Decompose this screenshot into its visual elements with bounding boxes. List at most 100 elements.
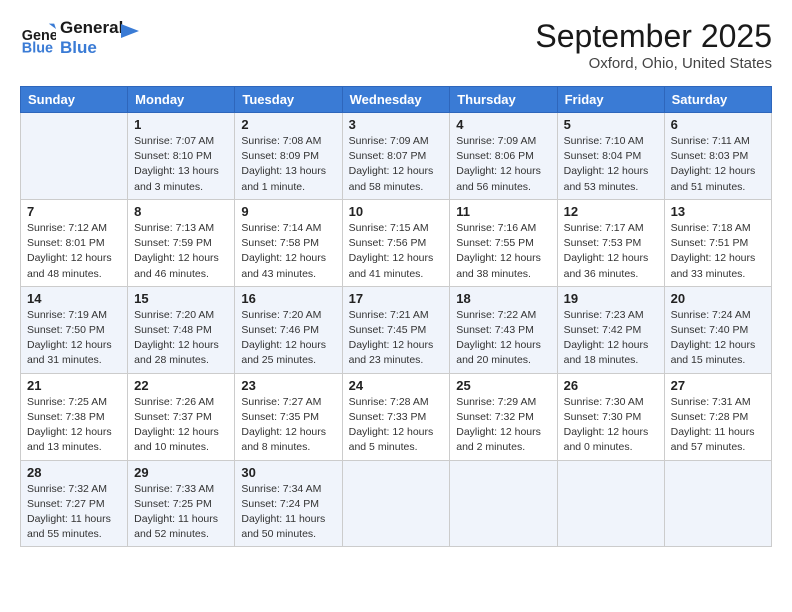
day-info-line: Sunrise: 7:22 AM [456, 309, 536, 321]
day-number: 8 [134, 204, 228, 219]
day-info: Sunrise: 7:09 AMSunset: 8:07 PMDaylight:… [349, 134, 444, 195]
day-number: 20 [671, 291, 765, 306]
day-number: 26 [564, 378, 658, 393]
day-info-line: Daylight: 12 hours [27, 426, 112, 438]
table-row: 12 Sunrise: 7:17 AMSunset: 7:53 PMDayligh… [557, 199, 664, 286]
day-number: 30 [241, 465, 335, 480]
table-row: 6Sunrise: 7:11 AMSunset: 8:03 PMDaylight… [664, 113, 771, 200]
day-info: Sunrise: 7:14 AMSunset: 7:58 PMDaylight:… [241, 221, 335, 282]
day-info-line: Daylight: 11 hours [241, 513, 325, 525]
day-info-line: Daylight: 12 hours [241, 426, 326, 438]
day-info-line: Daylight: 12 hours [27, 339, 112, 351]
day-info: Sunrise: 7:33 AMSunset: 7:25 PMDaylight:… [134, 482, 228, 543]
day-info-line: Sunset: 7:28 PM [671, 411, 749, 423]
day-info-line: Sunset: 7:30 PM [564, 411, 642, 423]
day-info-line: and 5 minutes. [349, 441, 418, 453]
day-info-line: Sunset: 7:32 PM [456, 411, 534, 423]
table-row: 30Sunrise: 7:34 AMSunset: 7:24 PMDayligh… [235, 460, 342, 547]
day-info-line: Sunset: 8:04 PM [564, 150, 642, 162]
day-info-line: and 25 minutes. [241, 354, 316, 366]
day-info: Sunrise: 7:07 AMSunset: 8:10 PMDaylight:… [134, 134, 228, 195]
month-title: September 2025 [535, 18, 772, 55]
day-number: 16 [241, 291, 335, 306]
day-info-line: Sunset: 7:45 PM [349, 324, 427, 336]
day-info: Sunrise: 7:23 AMSunset: 7:42 PMDaylight:… [564, 308, 658, 369]
day-number: 23 [241, 378, 335, 393]
day-info-line: Sunset: 7:33 PM [349, 411, 427, 423]
day-info: Sunrise: 7:32 AMSunset: 7:27 PMDaylight:… [27, 482, 121, 543]
day-info-line: Sunrise: 7:18 AM [671, 222, 751, 234]
day-info: Sunrise: 7:08 AMSunset: 8:09 PMDaylight:… [241, 134, 335, 195]
logo-general: General [60, 18, 123, 38]
day-number: 17 [349, 291, 444, 306]
logo-flag-icon [121, 24, 139, 46]
day-info-line: Daylight: 12 hours [671, 252, 756, 264]
day-info-line: Sunset: 7:48 PM [134, 324, 212, 336]
day-info-line: and 52 minutes. [134, 528, 209, 540]
day-info-line: Sunset: 7:40 PM [671, 324, 749, 336]
day-info: Sunrise: 7:13 AMSunset: 7:59 PMDaylight:… [134, 221, 228, 282]
day-info-line: Daylight: 12 hours [349, 339, 434, 351]
day-info-line: and 46 minutes. [134, 268, 209, 280]
calendar-week-row: 14Sunrise: 7:19 AMSunset: 7:50 PMDayligh… [21, 286, 772, 373]
calendar-week-row: 28Sunrise: 7:32 AMSunset: 7:27 PMDayligh… [21, 460, 772, 547]
day-info-line: Daylight: 12 hours [456, 426, 541, 438]
day-info-line: Sunrise: 7:25 AM [27, 396, 107, 408]
day-info-line: Daylight: 11 hours [27, 513, 111, 525]
day-info: Sunrise: 7:29 AMSunset: 7:32 PMDaylight:… [456, 395, 550, 456]
day-info-line: Sunset: 7:43 PM [456, 324, 534, 336]
day-info-line: Sunset: 8:01 PM [27, 237, 105, 249]
day-info-line: and 18 minutes. [564, 354, 639, 366]
day-info-line: Daylight: 12 hours [349, 426, 434, 438]
table-row: 24Sunrise: 7:28 AMSunset: 7:33 PMDayligh… [342, 373, 450, 460]
day-info-line: Daylight: 13 hours [134, 165, 219, 177]
day-info-line: Sunrise: 7:20 AM [241, 309, 321, 321]
table-row: 26Sunrise: 7:30 AMSunset: 7:30 PMDayligh… [557, 373, 664, 460]
logo: General Blue General Blue [20, 18, 139, 59]
day-info-line: Daylight: 12 hours [456, 252, 541, 264]
day-info-line: and 33 minutes. [671, 268, 746, 280]
day-info-line: Daylight: 12 hours [564, 339, 649, 351]
table-row: 22Sunrise: 7:26 AMSunset: 7:37 PMDayligh… [128, 373, 235, 460]
table-row: 5Sunrise: 7:10 AMSunset: 8:04 PMDaylight… [557, 113, 664, 200]
day-info-line: Sunset: 7:56 PM [349, 237, 427, 249]
day-info-line: Sunset: 7:25 PM [134, 498, 212, 510]
day-info: Sunrise: 7:21 AM Sunset: 7:45 PM Daylight:… [349, 308, 444, 369]
col-sunday: Sunday [21, 87, 128, 113]
day-info-line: and 31 minutes. [27, 354, 102, 366]
day-info-line: Daylight: 12 hours [564, 252, 649, 264]
day-info-line: Sunrise: 7:09 AM [349, 135, 429, 147]
day-info-line: Sunrise: 7:26 AM [134, 396, 214, 408]
day-info-line: and 23 minutes. [349, 354, 424, 366]
day-info-line: Daylight: 12 hours [671, 339, 756, 351]
day-info-line: Sunset: 7:35 PM [241, 411, 319, 423]
day-number: 12 [564, 204, 658, 219]
day-info-line: Sunrise: 7:21 AM [349, 309, 429, 321]
day-info: Sunrise: 7:17 AMSunset: 7:53 PMDaylight:… [564, 221, 658, 282]
table-row: 21Sunrise: 7:25 AMSunset: 7:38 PMDayligh… [21, 373, 128, 460]
table-row: 25Sunrise: 7:29 AMSunset: 7:32 PMDayligh… [450, 373, 557, 460]
day-number: 11 [456, 204, 550, 219]
day-number: 1 [134, 117, 228, 132]
day-info: Sunrise: 7:18 AMSunset: 7:51 PMDaylight:… [671, 221, 765, 282]
day-info-line: Daylight: 12 hours [134, 426, 219, 438]
table-row: 28Sunrise: 7:32 AMSunset: 7:27 PMDayligh… [21, 460, 128, 547]
day-info-line: and 38 minutes. [456, 268, 531, 280]
day-number: 10 [349, 204, 444, 219]
calendar-week-row: 21Sunrise: 7:25 AMSunset: 7:38 PMDayligh… [21, 373, 772, 460]
day-info-line: Sunrise: 7:20 AM [134, 309, 214, 321]
table-row: 27Sunrise: 7:31 AMSunset: 7:28 PMDayligh… [664, 373, 771, 460]
day-info: Sunrise: 7:11 AMSunset: 8:03 PMDaylight:… [671, 134, 765, 195]
day-info-line: Sunrise: 7:17 AM [564, 222, 644, 234]
day-info-line: Sunrise: 7:31 AM [671, 396, 751, 408]
table-row: 13Sunrise: 7:18 AMSunset: 7:51 PMDayligh… [664, 199, 771, 286]
day-info-line: and 56 minutes. [456, 181, 531, 193]
location-title: Oxford, Ohio, United States [535, 55, 772, 72]
day-info-line: and 15 minutes. [671, 354, 746, 366]
table-row [557, 460, 664, 547]
day-number: 2 [241, 117, 335, 132]
calendar-week-row: 7Sunrise: 7:12 AMSunset: 8:01 PMDaylight… [21, 199, 772, 286]
table-row: 20Sunrise: 7:24 AMSunset: 7:40 PMDayligh… [664, 286, 771, 373]
day-info-line: Daylight: 12 hours [349, 165, 434, 177]
day-info-line: Sunrise: 7:23 AM [564, 309, 644, 321]
